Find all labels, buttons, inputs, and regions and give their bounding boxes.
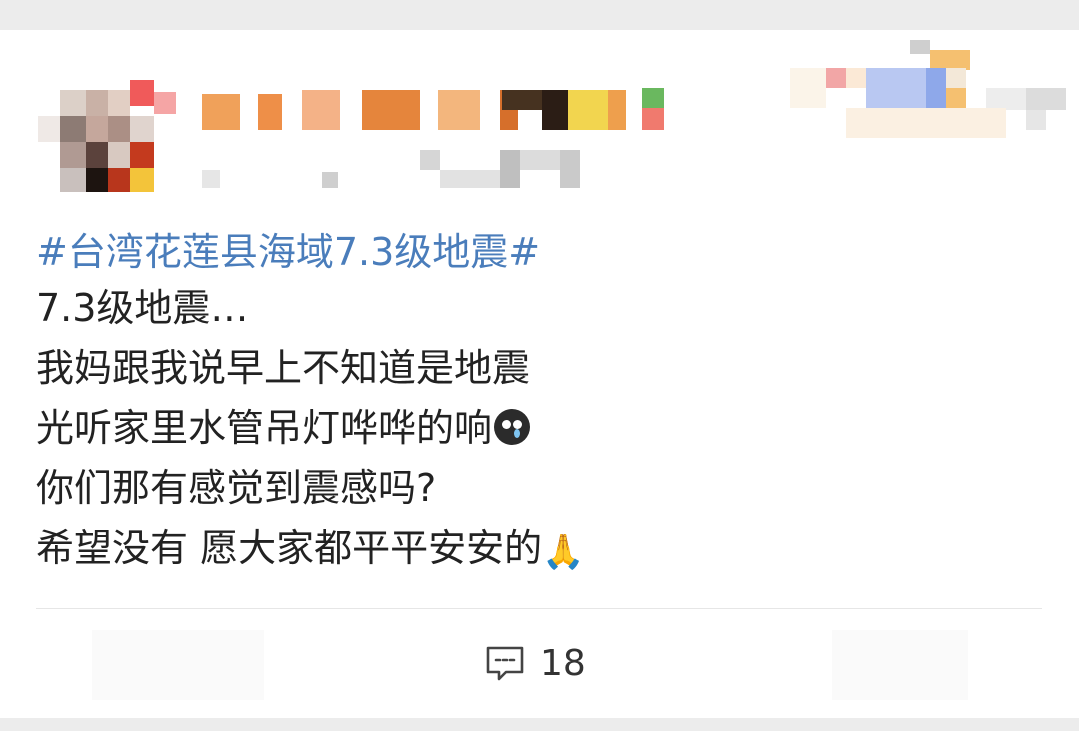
comment-icon (486, 646, 524, 681)
crying-face-icon (494, 409, 531, 445)
post-text-line-3: 光听家里水管吊灯哗哗的响 (36, 402, 531, 454)
follow-button[interactable] (790, 40, 1070, 140)
post-text-line-5: 希望没有 愿大家都平平安安的🙏 (36, 522, 584, 574)
divider (36, 608, 1042, 609)
like-button[interactable] (832, 630, 968, 700)
repost-button[interactable] (92, 630, 264, 700)
post-text-line-3-text: 光听家里水管吊灯哗哗的响 (36, 406, 493, 450)
comment-count: 18 (540, 643, 586, 684)
comment-button[interactable]: 18 (484, 642, 586, 686)
post-text-line-2: 我妈跟我说早上不知道是地震 (36, 346, 531, 390)
post-text-line-1: 7.3级地震… (36, 286, 249, 330)
post-meta (198, 150, 598, 190)
folded-hands-icon: 🙏 (542, 532, 585, 572)
username[interactable] (198, 88, 668, 132)
post-card: #台湾花莲县海域7.3级地震# 7.3级地震… 我妈跟我说早上不知道是地震 光听… (0, 30, 1079, 718)
post-text-line-4: 你们那有感觉到震感吗? (36, 466, 437, 510)
avatar[interactable] (38, 70, 178, 195)
post-text-line-5-text: 希望没有 愿大家都平平安安的 (36, 526, 543, 570)
topic-hashtag[interactable]: #台湾花莲县海域7.3级地震# (36, 226, 540, 278)
